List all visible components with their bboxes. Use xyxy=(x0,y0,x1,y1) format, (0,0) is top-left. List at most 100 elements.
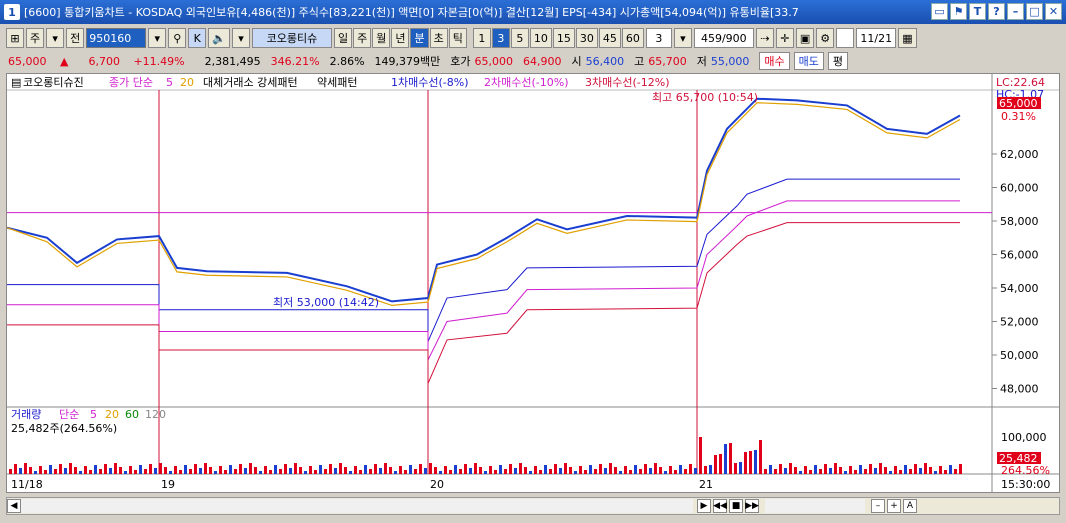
k-button[interactable]: K xyxy=(188,28,207,48)
checkbox[interactable] xyxy=(836,28,855,48)
volume-bar xyxy=(104,464,107,474)
volume-bar xyxy=(754,450,757,474)
volume-bar xyxy=(509,464,512,474)
volume-bar xyxy=(579,466,582,474)
search-icon[interactable]: ⚲ xyxy=(168,28,187,48)
interval-tab[interactable]: 15 xyxy=(552,28,575,48)
crosshair-icon[interactable]: ✛ xyxy=(775,28,794,48)
volume-bar xyxy=(859,465,862,474)
volume-bar xyxy=(264,466,267,474)
price-axis: 62,000 60,000 58,000 56,000 54,000 52,000 50,0… xyxy=(992,148,1039,396)
volume-bar xyxy=(829,468,832,474)
stop-icon[interactable]: ■ xyxy=(729,499,743,513)
interval-tab[interactable]: 45 xyxy=(598,28,621,48)
chevron-down-icon[interactable]: ▾ xyxy=(231,28,250,48)
legend-line2: 2차매수선(-10%) xyxy=(484,76,568,89)
sell-button[interactable]: 매도 xyxy=(793,52,824,70)
period-tab[interactable]: 초 xyxy=(429,28,448,48)
volume-bar xyxy=(39,466,42,474)
interval-tab[interactable]: 5 xyxy=(510,28,529,48)
interval-tab[interactable]: 1 xyxy=(472,28,491,48)
volume-bar xyxy=(389,467,392,474)
layout-icon[interactable]: ⊞ xyxy=(6,28,24,48)
restore-layout-button[interactable]: ▭ xyxy=(931,3,948,20)
turnover-pct: 2.86% xyxy=(329,54,365,68)
text-size-icon[interactable]: A xyxy=(903,499,917,513)
period-tab[interactable]: 틱 xyxy=(448,28,467,48)
interval-tab[interactable]: 10 xyxy=(529,28,552,48)
low-label: 저 xyxy=(696,55,707,68)
toolbar: ⊞ 주 ▾ 전 ▾ ⚲ K 🔈 ▾ 코오롱티슈 일주월년분초틱 13510153… xyxy=(0,26,1066,50)
volume-bar xyxy=(289,468,292,474)
volume-bar xyxy=(159,463,162,474)
avg-button[interactable]: 평 xyxy=(827,52,849,70)
legend-icon: ▤ xyxy=(11,76,21,89)
save-icon[interactable]: ▣ xyxy=(795,28,815,48)
chevron-down-icon[interactable]: ▾ xyxy=(673,28,692,48)
forward-icon[interactable]: ▶▶ xyxy=(745,499,759,513)
period-tab[interactable]: 일 xyxy=(333,28,353,48)
price-chart-svg[interactable]: ▤ 코오롱티슈진 종가 단순 5 20 대체거래소 강세패턴 약세패턴 1차매수… xyxy=(7,74,1059,492)
text-button[interactable]: T xyxy=(969,3,986,20)
legend-ma5: 5 xyxy=(166,76,173,89)
volume-bar xyxy=(904,465,907,474)
volume-bar xyxy=(584,470,587,474)
low-annotation: 최저 53,000 (14:42) xyxy=(273,296,379,309)
chart-scrollbar[interactable]: ◀ ▶ ◀◀ ■ ▶▶ – + A xyxy=(6,497,1060,515)
date-label: 19 xyxy=(161,478,175,491)
volume-bar xyxy=(559,468,562,474)
period-tab[interactable]: 월 xyxy=(372,28,391,48)
chevron-down-icon[interactable]: ▾ xyxy=(46,28,65,48)
close-button[interactable]: ✕ xyxy=(1045,3,1062,20)
volume-bar xyxy=(414,469,417,474)
volume-bar xyxy=(299,467,302,474)
scroll-left-icon[interactable]: ◀ xyxy=(7,499,21,513)
volume-bar xyxy=(354,466,357,474)
volume-bar xyxy=(399,466,402,474)
stock-code-input[interactable] xyxy=(86,28,147,48)
volume-bar xyxy=(294,463,297,474)
volume-bar xyxy=(219,466,222,474)
zoom-in-icon[interactable]: + xyxy=(887,499,901,513)
interval-tab[interactable]: 3 xyxy=(491,28,510,48)
volume-bar xyxy=(199,468,202,474)
play-icon[interactable]: ▶ xyxy=(697,499,711,513)
volume-bar xyxy=(224,470,227,474)
maximize-button[interactable]: □ xyxy=(1026,3,1043,20)
buy-button[interactable]: 매수 xyxy=(759,52,790,70)
prev-button[interactable]: 전 xyxy=(66,28,85,48)
code-dropdown[interactable]: ▾ xyxy=(148,28,167,48)
volume-bar xyxy=(849,466,852,474)
gear-icon[interactable]: ⚙ xyxy=(816,28,835,48)
stock-name-field[interactable]: 코오롱티슈 xyxy=(251,28,332,48)
period-select[interactable]: 주 xyxy=(26,28,45,48)
calendar-icon[interactable]: ▦ xyxy=(898,28,917,48)
speaker-icon[interactable]: 🔈 xyxy=(208,28,230,48)
help-button[interactable]: ? xyxy=(988,3,1005,20)
volume-bar xyxy=(369,469,372,474)
volume-bar xyxy=(564,463,567,474)
volume-bar xyxy=(19,468,22,474)
period-tab[interactable]: 주 xyxy=(353,28,372,48)
pin-button[interactable]: ⚑ xyxy=(950,3,967,20)
volume-bar xyxy=(404,470,407,474)
volume-bar xyxy=(334,468,337,474)
volume-bar xyxy=(44,470,47,474)
interval-tab[interactable]: 30 xyxy=(575,28,598,48)
interval-value[interactable]: 3 xyxy=(645,28,672,48)
arrow-right-icon[interactable]: ⇢ xyxy=(755,28,774,48)
interval-tab[interactable]: 60 xyxy=(621,28,644,48)
period-tab[interactable]: 년 xyxy=(391,28,410,48)
chart-area[interactable]: ▤ 코오롱티슈진 종가 단순 5 20 대체거래소 강세패턴 약세패턴 1차매수… xyxy=(6,73,1060,493)
scroll-track[interactable] xyxy=(21,499,693,513)
volume-bar xyxy=(74,467,77,474)
minimize-button[interactable]: – xyxy=(1007,3,1024,20)
rewind-icon[interactable]: ◀◀ xyxy=(713,499,727,513)
period-tab[interactable]: 분 xyxy=(410,28,429,48)
zoom-out-icon[interactable]: – xyxy=(871,499,885,513)
volume-bar xyxy=(49,465,52,474)
date-input[interactable]: 11/21 xyxy=(856,28,897,48)
zoom-slider[interactable] xyxy=(765,499,865,513)
volume-bar xyxy=(494,470,497,474)
volume-bar xyxy=(129,466,132,474)
